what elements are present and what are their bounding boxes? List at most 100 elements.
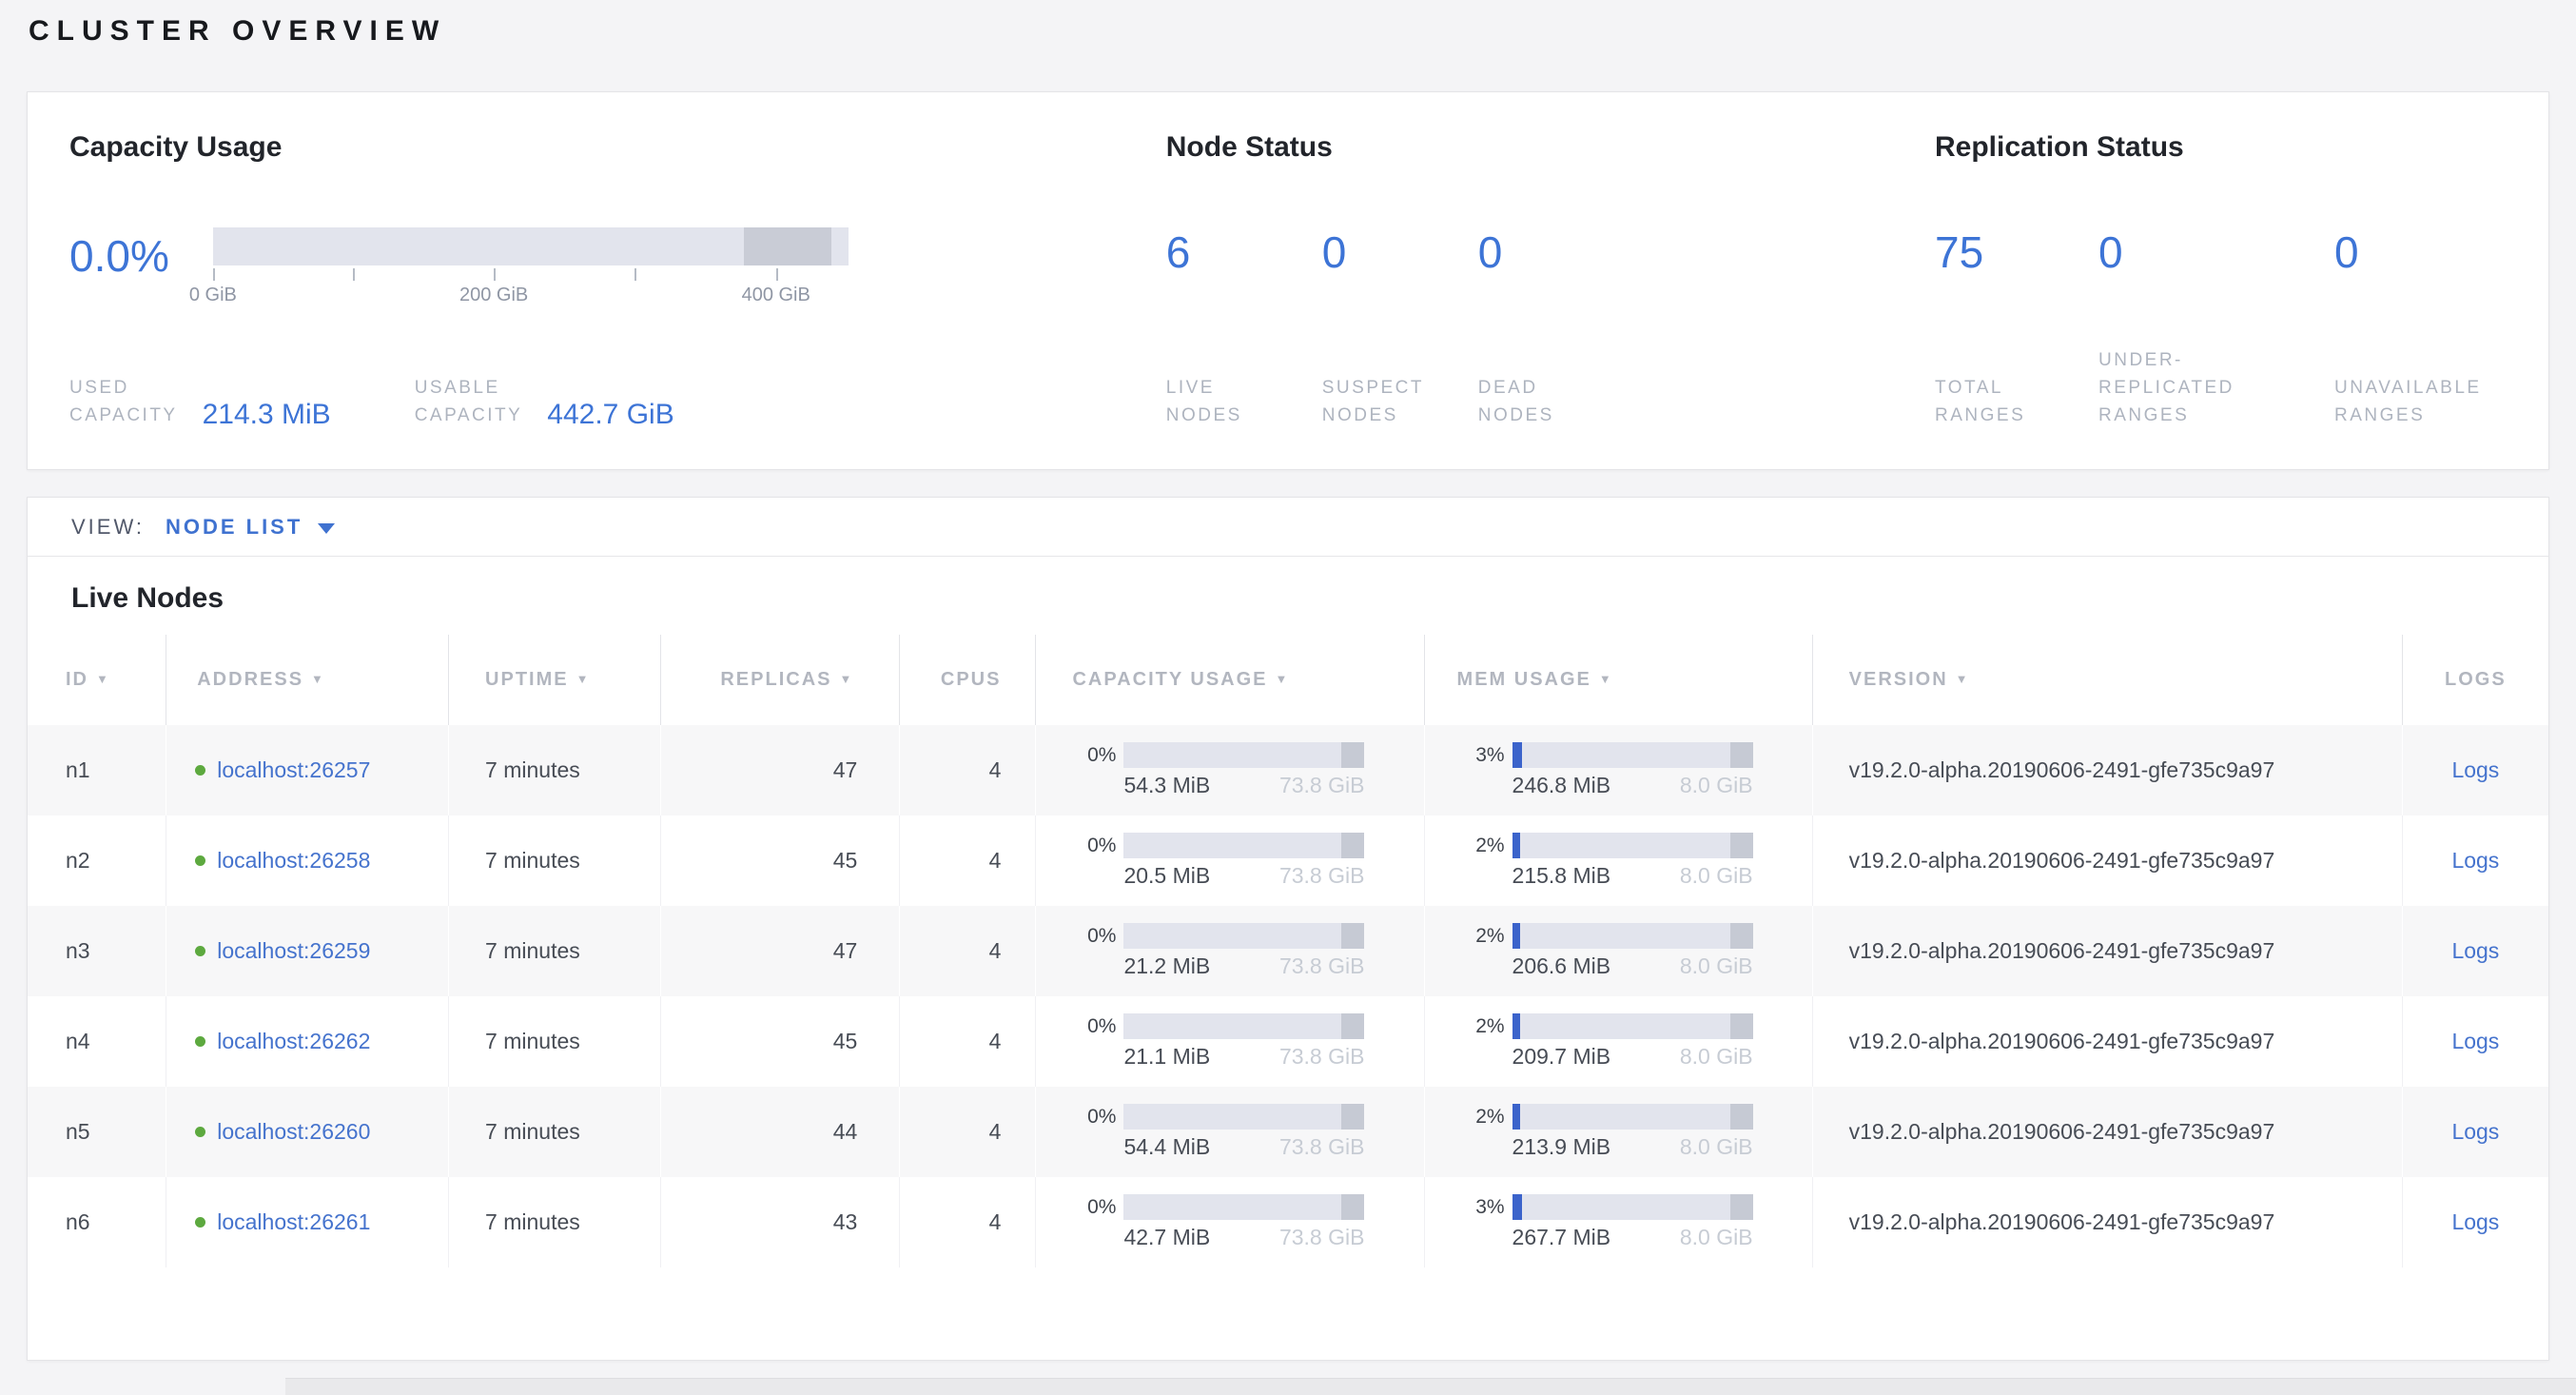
node-live-status-icon xyxy=(195,855,205,866)
used-capacity-label: USED CAPACITY xyxy=(69,374,178,429)
usage-bar-segment xyxy=(1730,1104,1753,1130)
usage-percent: 0% xyxy=(1055,1015,1116,1038)
usage-percent: 2% xyxy=(1444,1015,1505,1038)
usage-used-value: 246.8 MiB xyxy=(1512,773,1611,798)
cpus-cell: 4 xyxy=(900,1177,1036,1267)
column-header-address[interactable]: ADDRESS▼ xyxy=(166,635,449,725)
replicas-cell: 45 xyxy=(660,996,900,1087)
cpus-cell: 4 xyxy=(900,725,1036,815)
cpus-value: 4 xyxy=(989,1209,1002,1234)
capacity-usage-cell: 0%21.1 MiB73.8 GiB xyxy=(1036,996,1424,1087)
node-address-link[interactable]: localhost:26258 xyxy=(217,848,370,873)
usage-bar xyxy=(1512,1013,1753,1039)
usage-percent: 2% xyxy=(1444,925,1505,948)
column-header-logs: LOGS xyxy=(2402,635,2548,725)
column-header-capacity[interactable]: CAPACITY USAGE▼ xyxy=(1036,635,1424,725)
column-header-version[interactable]: VERSION▼ xyxy=(1812,635,2402,725)
logs-link[interactable]: Logs xyxy=(2451,1029,2499,1053)
column-header-uptime[interactable]: UPTIME▼ xyxy=(449,635,661,725)
node-address-cell: localhost:26261 xyxy=(166,1177,449,1267)
usage-percent: 0% xyxy=(1055,1196,1116,1219)
usage-bar xyxy=(1123,1013,1364,1039)
node-live-status-icon xyxy=(195,946,205,956)
node-status-section: Node Status 6 LIVE NODES 0 SUSPECT NODES… xyxy=(1124,92,1893,469)
uptime-cell: 7 minutes xyxy=(449,906,661,996)
usage-used-value: 21.2 MiB xyxy=(1123,953,1210,979)
version-value: v19.2.0-alpha.20190606-2491-gfe735c9a97 xyxy=(1849,1209,2275,1234)
mem-usage-widget: 3%267.7 MiB8.0 GiB xyxy=(1425,1194,1812,1250)
usage-total-value: 73.8 GiB xyxy=(1279,1134,1365,1160)
total-ranges-stat: 75 TOTAL RANGES xyxy=(1935,227,2098,429)
logs-link[interactable]: Logs xyxy=(2451,1119,2499,1144)
node-id-cell: n2 xyxy=(28,815,166,906)
usage-bar-segment xyxy=(1730,923,1753,949)
logs-link[interactable]: Logs xyxy=(2451,938,2499,963)
logs-link[interactable]: Logs xyxy=(2451,757,2499,782)
cpus-value: 4 xyxy=(989,1119,1002,1144)
logs-link[interactable]: Logs xyxy=(2451,848,2499,873)
total-ranges-value: 75 xyxy=(1935,227,2098,277)
version-value: v19.2.0-alpha.20190606-2491-gfe735c9a97 xyxy=(1849,1119,2275,1144)
node-row: n2localhost:262587 minutes4540%20.5 MiB7… xyxy=(28,815,2548,906)
sort-arrow-icon: ▼ xyxy=(1956,672,1970,686)
version-cell: v19.2.0-alpha.20190606-2491-gfe735c9a97 xyxy=(1812,996,2402,1087)
version-cell: v19.2.0-alpha.20190606-2491-gfe735c9a97 xyxy=(1812,1087,2402,1177)
suspect-nodes-value: 0 xyxy=(1322,227,1478,277)
usable-capacity-value: 442.7 GiB xyxy=(547,399,673,431)
uptime-cell: 7 minutes xyxy=(449,1087,661,1177)
usage-bar xyxy=(1123,923,1364,949)
axis-tick-mark xyxy=(776,268,778,281)
logs-cell: Logs xyxy=(2402,906,2548,996)
node-address-link[interactable]: localhost:26260 xyxy=(217,1119,370,1144)
node-address-link[interactable]: localhost:26259 xyxy=(217,938,370,963)
nodes-panel: VIEW: NODE LIST Live Nodes ID▼ADDRESS▼UP… xyxy=(27,497,2549,1361)
node-id: n3 xyxy=(66,938,90,963)
usage-total-value: 8.0 GiB xyxy=(1680,863,1753,889)
node-live-status-icon xyxy=(195,1217,205,1228)
sort-arrow-icon: ▼ xyxy=(1599,672,1613,686)
suspect-nodes-label: SUSPECT NODES xyxy=(1322,374,1478,429)
node-id: n6 xyxy=(66,1209,90,1234)
node-address-cell: localhost:26262 xyxy=(166,996,449,1087)
mem-usage-cell: 2%206.6 MiB8.0 GiB xyxy=(1424,906,1812,996)
column-header-label: LOGS xyxy=(2445,669,2507,690)
page-title: CLUSTER OVERVIEW xyxy=(29,15,2549,48)
usable-capacity-label: USABLE CAPACITY xyxy=(415,374,523,429)
usage-used-value: 42.7 MiB xyxy=(1123,1225,1210,1250)
logs-cell: Logs xyxy=(2402,1087,2548,1177)
node-address-link[interactable]: localhost:26257 xyxy=(217,757,370,782)
uptime-cell: 7 minutes xyxy=(449,815,661,906)
replicas-cell: 47 xyxy=(660,906,900,996)
usage-bar-segment xyxy=(1730,742,1753,768)
column-header-cpus: CPUS xyxy=(900,635,1036,725)
mem-usage-widget: 3%246.8 MiB8.0 GiB xyxy=(1425,742,1812,798)
cpus-value: 4 xyxy=(989,848,1002,873)
cpus-cell: 4 xyxy=(900,815,1036,906)
mem-usage-widget: 2%215.8 MiB8.0 GiB xyxy=(1425,833,1812,889)
capacity-usage-chart-row: 0.0% 0 GiB 200 GiB 400 xyxy=(69,227,1124,307)
replicas-value: 43 xyxy=(833,1209,858,1234)
capacity-usage-widget: 0%42.7 MiB73.8 GiB xyxy=(1036,1194,1423,1250)
node-address-link[interactable]: localhost:26262 xyxy=(217,1029,370,1053)
uptime-cell: 7 minutes xyxy=(449,725,661,815)
node-id-cell: n6 xyxy=(28,1177,166,1267)
sort-arrow-icon: ▼ xyxy=(576,672,591,686)
usage-total-value: 73.8 GiB xyxy=(1279,953,1365,979)
capacity-usage-widget: 0%54.4 MiB73.8 GiB xyxy=(1036,1104,1423,1160)
node-address-cell: localhost:26258 xyxy=(166,815,449,906)
dead-nodes-label: DEAD NODES xyxy=(1478,374,1634,429)
usage-bar-segment xyxy=(1341,833,1364,858)
replicas-cell: 47 xyxy=(660,725,900,815)
uptime-value: 7 minutes xyxy=(485,757,580,782)
axis-tick-mark xyxy=(213,268,215,281)
view-mode-dropdown[interactable]: NODE LIST xyxy=(166,515,335,540)
node-id: n5 xyxy=(66,1119,90,1144)
node-id: n4 xyxy=(66,1029,90,1053)
column-header-replicas[interactable]: REPLICAS▼ xyxy=(660,635,900,725)
node-address-link[interactable]: localhost:26261 xyxy=(217,1209,370,1234)
column-header-label: MEM USAGE xyxy=(1457,669,1591,690)
column-header-mem[interactable]: MEM USAGE ▼ xyxy=(1424,635,1812,725)
column-header-id[interactable]: ID▼ xyxy=(28,635,166,725)
replicas-value: 47 xyxy=(833,938,858,963)
logs-link[interactable]: Logs xyxy=(2451,1209,2499,1234)
